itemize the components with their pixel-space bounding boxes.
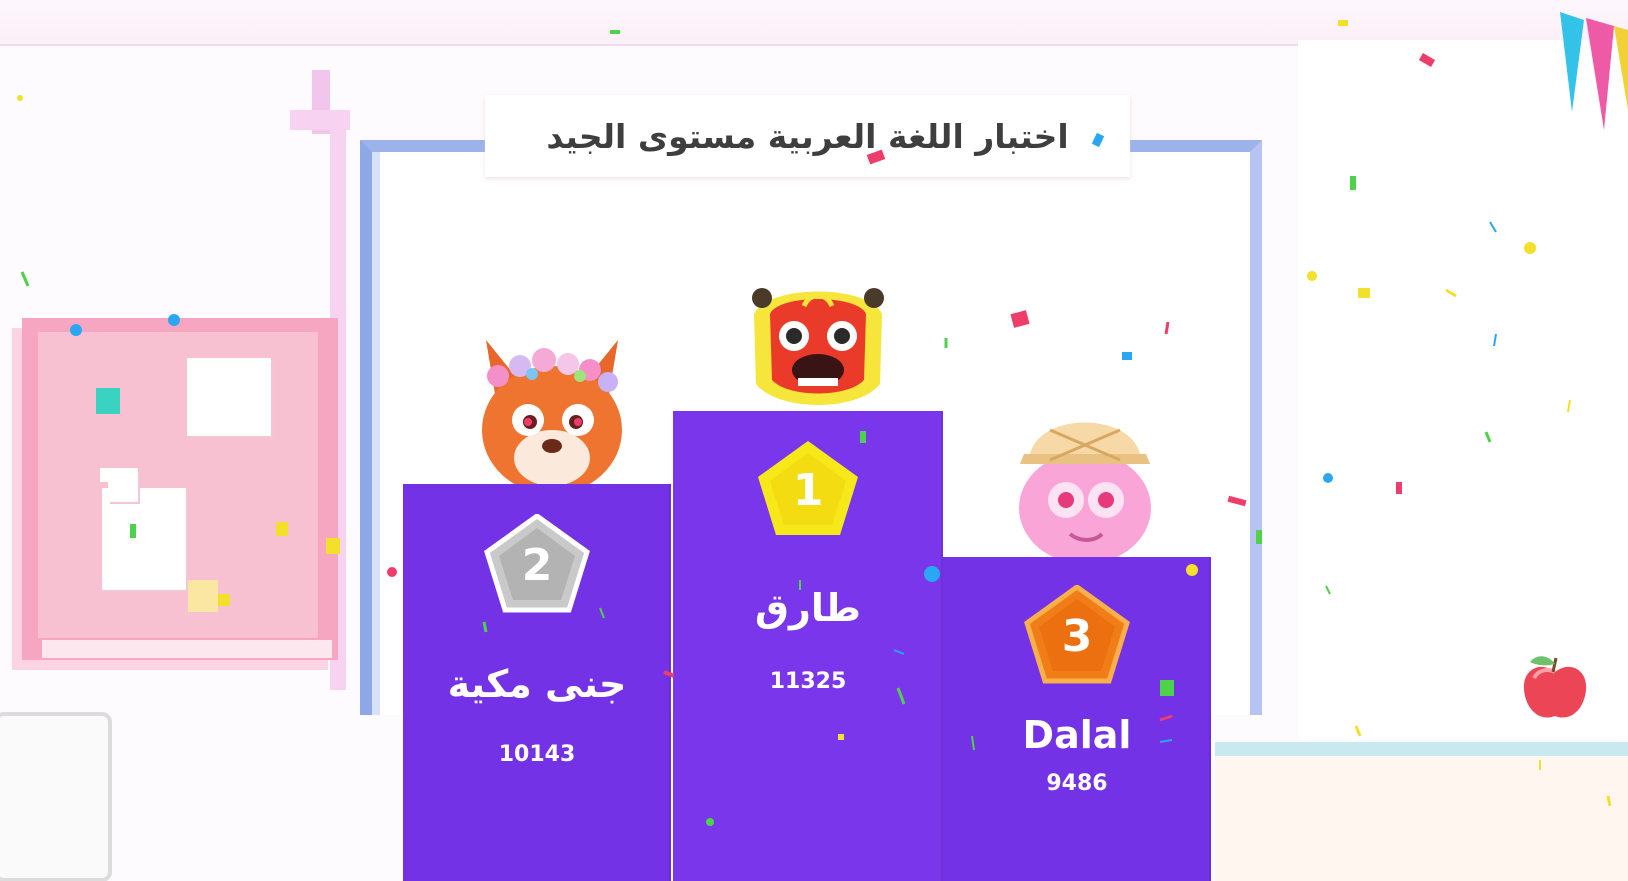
pushpin-icon xyxy=(188,580,218,612)
quiz-title: اختبار اللغة العربية مستوى الجيد xyxy=(546,116,1069,156)
player-score: 9486 xyxy=(1046,771,1108,796)
back-wall xyxy=(1298,40,1628,740)
podium-second-place: 2 جنى مكية 10143 xyxy=(403,484,671,881)
rank-number: 2 xyxy=(521,539,553,591)
pink-explorer-avatar xyxy=(1019,422,1151,560)
player-score: 11325 xyxy=(769,669,847,694)
player-name: جنى مكية xyxy=(447,662,627,706)
player-name: Dalal xyxy=(1022,713,1132,757)
tablet-device xyxy=(0,712,112,881)
podium-first-place: 1 طارق 11325 xyxy=(673,411,943,881)
rank-number: 3 xyxy=(1061,610,1093,662)
lion-dance-avatar xyxy=(752,288,884,405)
fox-flower-crown-avatar xyxy=(482,340,622,490)
leaderboard-scene: اختبار اللغة العربية مستوى الجيد 2 جنى م… xyxy=(0,0,1628,881)
sticky-note xyxy=(187,358,271,436)
bunting-icon xyxy=(1560,12,1628,130)
shelf-cabinet xyxy=(1215,756,1628,881)
player-name: طارق xyxy=(755,586,861,630)
rank-number: 1 xyxy=(792,464,824,516)
apple-icon xyxy=(1523,656,1587,718)
corkboard xyxy=(22,318,338,660)
shelf xyxy=(1215,742,1628,756)
pushpin-icon xyxy=(96,388,120,414)
sticky-note xyxy=(108,468,138,502)
quiz-title-plate: اختبار اللغة العربية مستوى الجيد xyxy=(485,95,1130,177)
sticky-note xyxy=(102,488,186,590)
player-score: 10143 xyxy=(498,742,576,767)
podium-third-place: 3 Dalal 9486 xyxy=(943,557,1211,881)
